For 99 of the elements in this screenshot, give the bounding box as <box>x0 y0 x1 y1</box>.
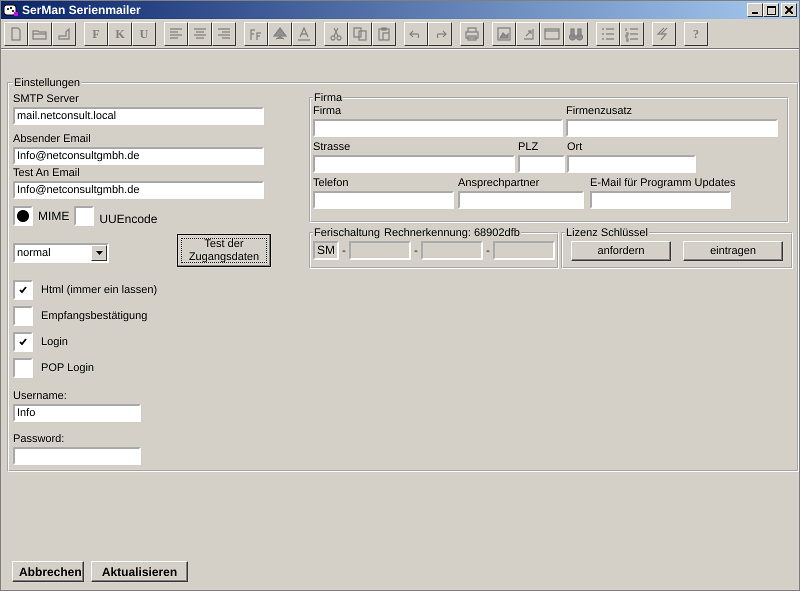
close-button[interactable] <box>781 3 797 17</box>
field-label: Firma <box>313 105 342 118</box>
frame-icon <box>544 26 560 42</box>
code-field[interactable] <box>421 241 483 260</box>
input-field[interactable] <box>590 191 731 209</box>
checkbox[interactable] <box>13 306 33 326</box>
input-field[interactable] <box>566 119 778 137</box>
checkbox-label: Html (immer ein lassen) <box>41 284 158 296</box>
field-label: Password: <box>13 433 66 446</box>
toolbar-button[interactable] <box>516 22 540 46</box>
toolbar-button[interactable] <box>244 22 268 46</box>
field-label: Ort <box>567 141 582 154</box>
copy-icon <box>352 26 368 42</box>
machine-id: Rechnerkennung: 68902dfb <box>384 227 520 239</box>
code-field[interactable] <box>349 241 411 260</box>
check-icon <box>19 338 27 346</box>
input-field[interactable] <box>313 155 515 173</box>
input-field[interactable] <box>458 191 584 209</box>
maximize-icon <box>766 6 776 14</box>
field-label: Firmenzusatz <box>566 105 632 118</box>
field-label: Username: <box>13 390 68 403</box>
radio-button[interactable] <box>74 206 94 226</box>
toolbar-button[interactable] <box>348 22 372 46</box>
toolbar-button[interactable] <box>564 22 588 46</box>
field-label: SMTP Server <box>13 93 80 106</box>
group-title: Lizenz Schlüssel <box>565 227 649 239</box>
toolbar-button[interactable] <box>292 22 316 46</box>
separator: - <box>485 244 491 256</box>
group-title: Firma <box>313 92 344 104</box>
checkbox[interactable] <box>13 358 33 378</box>
printer-icon <box>464 26 480 42</box>
checkbox-label: Login <box>41 336 68 348</box>
radio-label: UUEncode <box>99 212 158 226</box>
radio-button[interactable] <box>13 206 33 226</box>
toolbar-button[interactable] <box>372 22 396 46</box>
toolbar-button[interactable] <box>324 22 348 46</box>
maximize-button[interactable] <box>763 3 779 17</box>
close-icon <box>785 6 793 14</box>
code-field[interactable] <box>493 241 555 260</box>
field-label: PLZ <box>518 141 538 154</box>
toolbar-button[interactable] <box>404 22 428 46</box>
separator: - <box>413 244 419 256</box>
footer-button[interactable]: Abbrechen <box>12 561 84 582</box>
app-icon <box>3 2 19 18</box>
toolbar-button[interactable] <box>596 22 620 46</box>
input-field[interactable]: Info@netconsultgmbh.de <box>13 181 264 199</box>
toolbar-button[interactable] <box>540 22 564 46</box>
toolbar-button[interactable] <box>428 22 452 46</box>
checkbox[interactable] <box>13 332 33 352</box>
footer-button[interactable]: Aktualisieren <box>91 561 188 582</box>
field-label: Telefon <box>313 177 348 190</box>
toolbar-button[interactable] <box>4 22 28 46</box>
check-icon <box>19 286 27 294</box>
input-field[interactable] <box>518 155 565 173</box>
field-label: Ansprechpartner <box>458 177 540 190</box>
checkbox[interactable] <box>13 280 33 300</box>
toolbar-button[interactable] <box>52 22 76 46</box>
group-title: Ferischaltung <box>314 227 380 239</box>
toolbar-button[interactable] <box>28 22 52 46</box>
field-label: Strasse <box>313 141 350 154</box>
group-title: Einstellungen <box>13 77 82 89</box>
toolbar-button[interactable] <box>268 22 292 46</box>
scissors-icon <box>328 26 344 42</box>
window-title: SerMan Serienmailer <box>22 3 142 17</box>
toolbar-button[interactable] <box>188 22 212 46</box>
paste-icon <box>376 26 392 42</box>
separator: - <box>341 244 347 256</box>
binoculars-icon <box>568 26 584 42</box>
toolbar-button[interactable] <box>460 22 484 46</box>
toolbar-button[interactable] <box>652 22 676 46</box>
license-button[interactable]: eintragen <box>683 241 783 261</box>
code-prefix: SM <box>313 241 339 260</box>
dropdown[interactable]: normal <box>13 243 109 263</box>
input-field[interactable]: mail.netconsult.local <box>13 107 264 125</box>
username-field[interactable]: Info <box>13 404 141 422</box>
toolbar-button[interactable] <box>164 22 188 46</box>
test-button[interactable]: Test der Zugangsdaten <box>177 234 271 267</box>
dropdown-arrow-icon <box>96 251 102 255</box>
checkbox-label: Empfangsbestätigung <box>41 310 148 322</box>
input-field[interactable] <box>313 191 454 209</box>
password-field[interactable] <box>13 447 141 465</box>
field-label: E-Mail für Programm Updates <box>590 177 736 190</box>
field-label: Test An Email <box>13 167 81 180</box>
radio-label: MIME <box>38 209 70 223</box>
shapes-icon <box>272 26 288 42</box>
bullet-list-icon <box>600 26 616 42</box>
font-icon <box>296 26 312 42</box>
field-label: Absender Email <box>13 133 92 146</box>
image-icon <box>496 26 512 42</box>
numbered-list-icon <box>624 26 640 42</box>
input-field[interactable] <box>567 155 696 173</box>
toolbar-button[interactable] <box>620 22 644 46</box>
toolbar-button[interactable] <box>212 22 236 46</box>
toolbar-button[interactable] <box>492 22 516 46</box>
input-field[interactable]: Info@netconsultgmbh.de <box>13 147 264 165</box>
minimize-button[interactable] <box>747 3 763 17</box>
checkbox-label: POP Login <box>41 362 94 374</box>
license-button[interactable]: anfordern <box>571 241 671 261</box>
input-field[interactable] <box>313 119 563 137</box>
